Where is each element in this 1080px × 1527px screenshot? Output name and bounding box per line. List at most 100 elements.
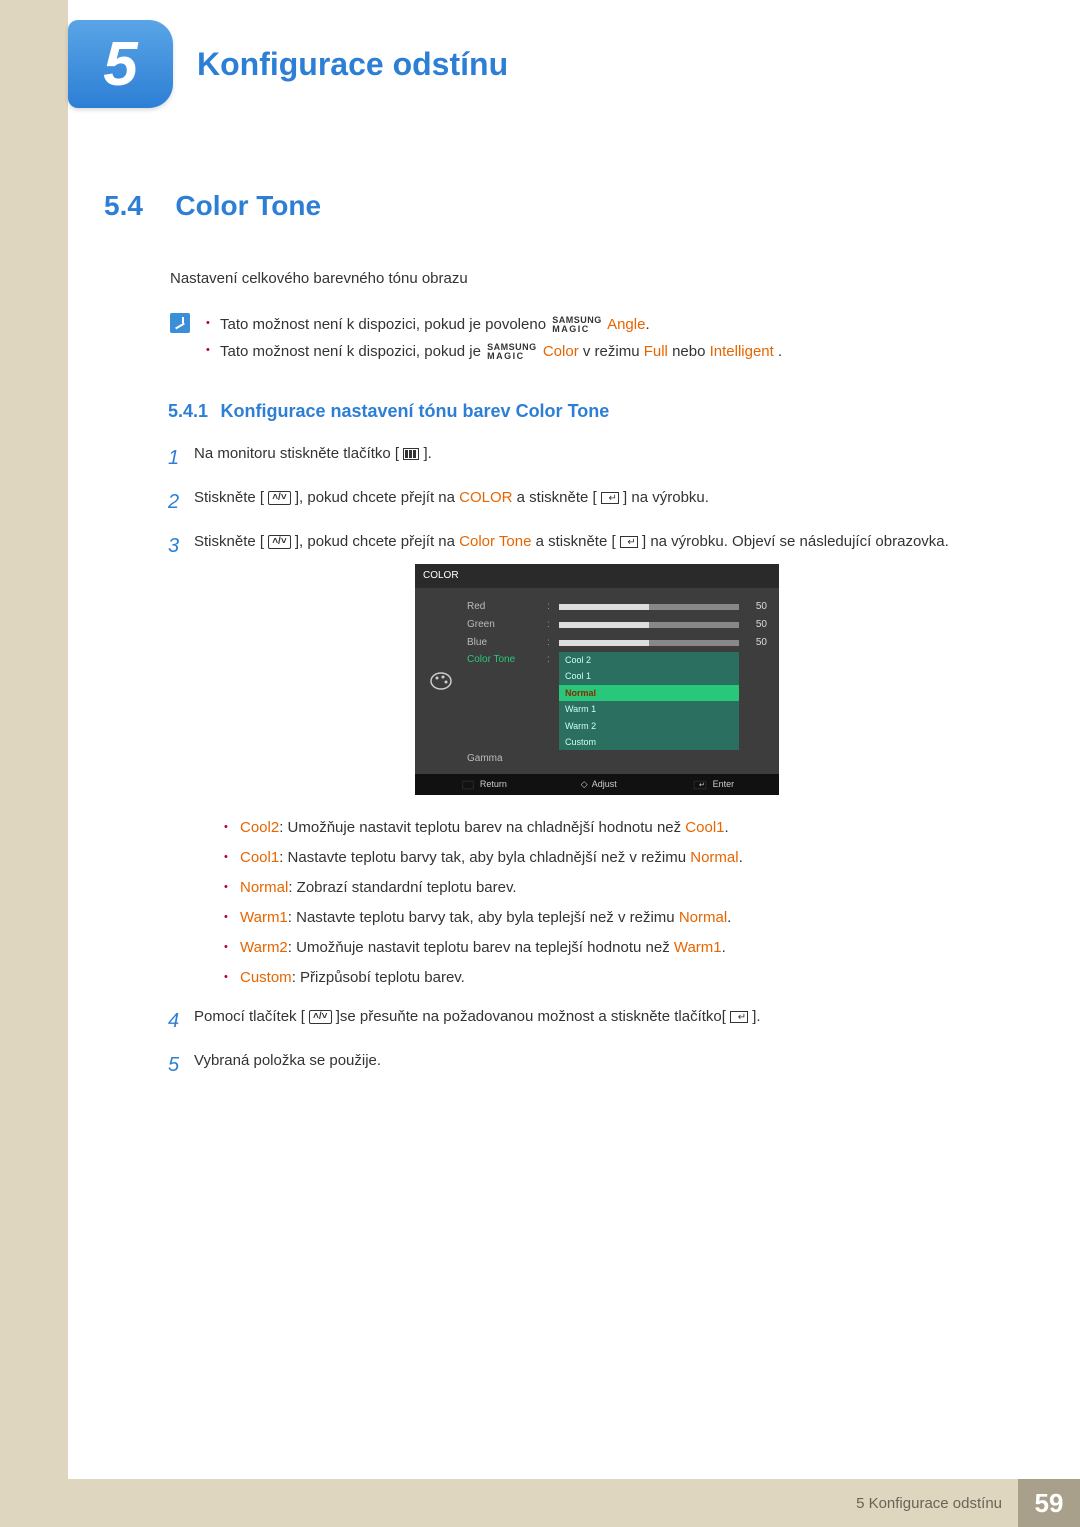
text: a stiskněte [ <box>536 533 616 550</box>
text: v režimu <box>583 343 644 360</box>
text: ], pokud chcete přejít na <box>295 489 459 506</box>
osd-option: Warm 1 <box>559 701 739 717</box>
text: ] na výrobku. Objeví se následující obra… <box>642 533 949 550</box>
osd-row-gamma: Gamma <box>467 750 767 768</box>
text: Tato možnost není k dispozici, pokud je … <box>220 316 550 333</box>
step-2: 2 Stiskněte [ ˄/˅ ], pokud chcete přejít… <box>168 486 1000 518</box>
osd-option: Custom <box>559 734 739 750</box>
note-block: Tato možnost není k dispozici, pokud je … <box>170 311 1000 365</box>
step-5: 5 Vybraná položka se použije. <box>168 1049 1000 1081</box>
osd-dropdown: Cool 2 Cool 1 Normal Warm 1 Warm 2 Custo… <box>559 652 739 750</box>
osd-label: Green <box>467 617 547 633</box>
note-item: Tato možnost není k dispozici, pokud je … <box>206 338 782 365</box>
text: ]. <box>752 1008 760 1025</box>
color-keyword: COLOR <box>459 489 512 506</box>
page: 5 Konfigurace odstínu 5.4 Color Tone Nas… <box>0 0 1080 1527</box>
steps-list: 1 Na monitoru stiskněte tlačítko [ ]. 2 … <box>168 442 1000 1081</box>
osd-footer: Return ◇ Adjust Enter <box>415 774 779 794</box>
chapter-number-badge: 5 <box>68 20 173 108</box>
section-number: 5.4 <box>104 190 143 221</box>
text: Vybraná položka se použije. <box>194 1049 1000 1081</box>
note-item: Tato možnost není k dispozici, pokud je … <box>206 311 782 338</box>
section-title: Color Tone <box>175 190 321 221</box>
text: Stiskněte [ <box>194 533 264 550</box>
footer-chapter-label: 5 Konfigurace odstínu <box>0 1479 1018 1527</box>
text: ] na výrobku. <box>623 489 709 506</box>
osd-value: 50 <box>739 635 767 651</box>
bullet-cool1: Cool1: Nastavte teplotu barvy tak, aby b… <box>224 843 1000 873</box>
up-down-icon: ˄/˅ <box>268 535 290 549</box>
osd-row-red: Red : 50 <box>467 598 767 616</box>
osd-slider <box>559 640 739 646</box>
color-tone-keyword: Color Tone <box>459 533 531 550</box>
chapter-header: 5 Konfigurace odstínu <box>68 20 508 108</box>
step-number: 2 <box>168 486 194 518</box>
osd-hint-adjust: ◇ Adjust <box>581 777 617 791</box>
left-margin-stripe <box>0 0 68 1527</box>
samsung-magic-logo: SAMSUNGMAGIC <box>550 316 604 334</box>
bullet-cool2: Cool2: Umožňuje nastavit teplotu barev n… <box>224 813 1000 843</box>
enter-button-icon <box>601 492 619 504</box>
full-keyword: Full <box>644 343 668 360</box>
step-3: 3 Stiskněte [ ˄/˅ ], pokud chcete přejít… <box>168 530 1000 993</box>
step-number: 4 <box>168 1005 194 1037</box>
osd-option: Cool 1 <box>559 668 739 684</box>
osd-slider <box>559 622 739 628</box>
bullet-warm1: Warm1: Nastavte teplotu barvy tak, aby b… <box>224 903 1000 933</box>
text: . <box>778 343 782 360</box>
page-number: 59 <box>1018 1479 1080 1527</box>
note-list: Tato možnost není k dispozici, pokud je … <box>206 311 782 365</box>
text: ]se přesuňte na požadovanou možnost a st… <box>336 1008 726 1025</box>
osd-header: COLOR <box>415 564 779 588</box>
chapter-title: Konfigurace odstínu <box>197 46 508 83</box>
color-keyword: Color <box>543 343 579 360</box>
osd-menu: COLOR Red : <box>415 564 779 795</box>
bullet-warm2: Warm2: Umožňuje nastavit teplotu barev n… <box>224 933 1000 963</box>
subsection-5-4-1: 5.4.1 Konfigurace nastavení tónu barev C… <box>168 401 1000 422</box>
text: ]. <box>423 445 431 462</box>
bullet-normal: Normal: Zobrazí standardní teplotu barev… <box>224 873 1000 903</box>
step-1: 1 Na monitoru stiskněte tlačítko [ ]. <box>168 442 1000 474</box>
osd-category-icon <box>415 588 467 774</box>
step-4: 4 Pomocí tlačítek [ ˄/˅ ]se přesuňte na … <box>168 1005 1000 1037</box>
osd-row-blue: Blue : 50 <box>467 634 767 652</box>
osd-hint-return: Return <box>460 777 507 791</box>
text: Pomocí tlačítek [ <box>194 1008 305 1025</box>
text: . <box>645 316 649 333</box>
step-number: 3 <box>168 530 194 993</box>
osd-label: Red <box>467 599 547 615</box>
menu-button-icon <box>403 448 419 460</box>
intelligent-keyword: Intelligent <box>710 343 774 360</box>
osd-row-color-tone: Color Tone : Cool 2 Cool 1 Normal Warm 1… <box>467 652 767 750</box>
osd-hint-enter: Enter <box>691 777 735 791</box>
osd-label: Blue <box>467 635 547 651</box>
osd-value: 50 <box>739 599 767 615</box>
text: nebo <box>672 343 710 360</box>
text: ], pokud chcete přejít na <box>295 533 459 550</box>
enter-button-icon <box>620 536 638 548</box>
samsung-magic-logo: SAMSUNGMAGIC <box>485 343 539 361</box>
osd-option-selected: Normal <box>559 685 739 701</box>
osd-option: Warm 2 <box>559 718 739 734</box>
text: Stiskněte [ <box>194 489 264 506</box>
osd-row-green: Green : 50 <box>467 616 767 634</box>
up-down-icon: ˄/˅ <box>309 1010 331 1024</box>
enter-button-icon <box>730 1011 748 1023</box>
option-descriptions: Cool2: Umožňuje nastavit teplotu barev n… <box>224 813 1000 993</box>
page-footer: 5 Konfigurace odstínu 59 <box>0 1479 1080 1527</box>
step-number: 5 <box>168 1049 194 1081</box>
step-number: 1 <box>168 442 194 474</box>
angle-keyword: Angle <box>607 316 645 333</box>
osd-label: Gamma <box>467 751 547 767</box>
text: Tato možnost není k dispozici, pokud je <box>220 343 485 360</box>
osd-label-active: Color Tone <box>467 652 547 668</box>
text: a stiskněte [ <box>517 489 597 506</box>
palette-icon <box>429 671 453 691</box>
osd-slider <box>559 604 739 610</box>
subsection-title: Konfigurace nastavení tónu barev Color T… <box>221 401 610 421</box>
bullet-custom: Custom: Přizpůsobí teplotu barev. <box>224 963 1000 993</box>
osd-body: Red : 50 Green : 50 <box>415 588 779 774</box>
osd-value: 50 <box>739 617 767 633</box>
subsection-number: 5.4.1 <box>168 401 208 421</box>
up-down-icon: ˄/˅ <box>268 491 290 505</box>
